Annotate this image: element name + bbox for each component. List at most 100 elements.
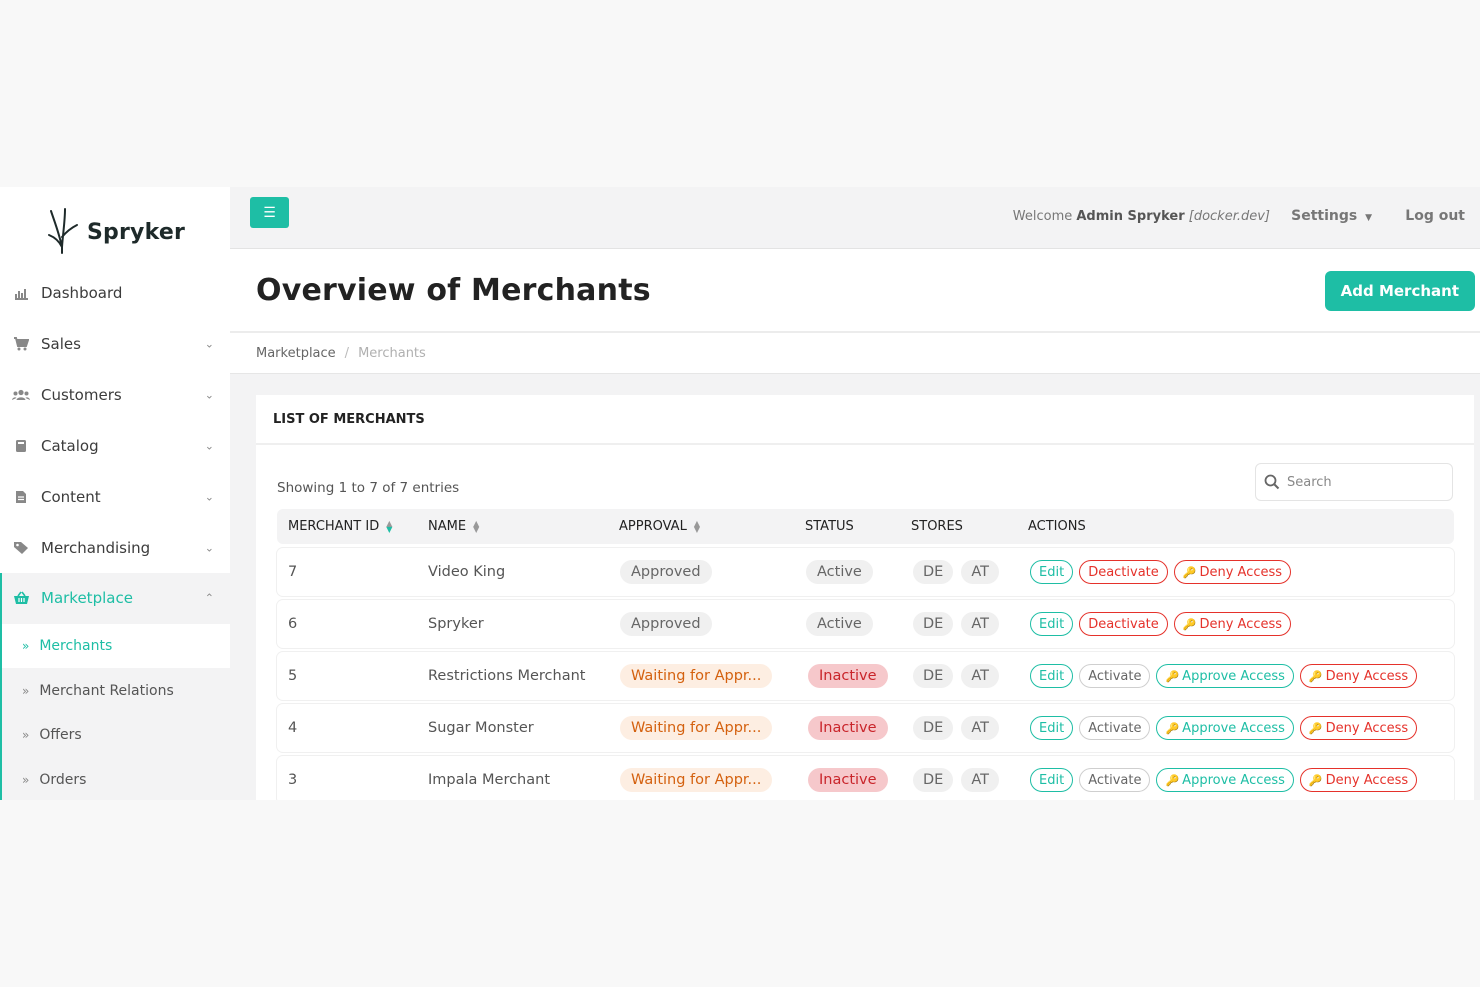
- add-merchant-button[interactable]: Add Merchant: [1324, 271, 1475, 311]
- card-title: LIST OF MERCHANTS: [256, 395, 1474, 445]
- activate-button[interactable]: Activate: [1079, 768, 1151, 792]
- edit-button[interactable]: Edit: [1030, 560, 1074, 584]
- merchants-card: LIST OF MERCHANTS Showing 1 to 7 of 7 en…: [256, 395, 1474, 800]
- approve-access-button[interactable]: 🔑 Approve Access: [1156, 664, 1294, 688]
- deny-access-button[interactable]: 🔑 Deny Access: [1173, 560, 1292, 584]
- double-chevron-right-icon: »: [22, 639, 30, 653]
- breadcrumb-marketplace[interactable]: Marketplace: [256, 346, 336, 361]
- status-badge: Inactive: [808, 664, 888, 688]
- sidebar-subitem-orders[interactable]: » Orders: [2, 758, 230, 800]
- edit-button[interactable]: Edit: [1030, 612, 1074, 636]
- table-header: MERCHANT ID ▲ ▼ NAME ▲ ▼ APPROVAL ▲ ▼ STATU…: [277, 509, 1454, 544]
- app-window: Spryker Dashboard Sales ⌄ Customers ⌄ Ca…: [0, 187, 1480, 800]
- sidebar-item-sales[interactable]: Sales ⌄: [0, 319, 230, 369]
- button-label: Approve Access: [1182, 668, 1285, 684]
- deny-access-button[interactable]: 🔑 Deny Access: [1173, 612, 1292, 636]
- sidebar-subitem-merchant-relations[interactable]: » Merchant Relations: [2, 669, 230, 713]
- sidebar-item-merchandising[interactable]: Merchandising ⌄: [0, 523, 230, 573]
- column-label: STORES: [911, 519, 963, 534]
- sidebar-item-customers[interactable]: Customers ⌄: [0, 370, 230, 420]
- welcome-text: Welcome Admin Spryker [docker.dev]: [1013, 209, 1270, 224]
- chevron-down-icon: ⌄: [204, 337, 214, 351]
- sidebar-subitem-offers[interactable]: » Offers: [2, 713, 230, 757]
- approval-badge: Approved: [620, 612, 712, 636]
- sidebar-subitem-label: Merchants: [39, 638, 113, 654]
- column-approval[interactable]: APPROVAL ▲ ▼: [619, 519, 700, 534]
- sort-icon: ▲ ▼: [473, 518, 480, 534]
- double-chevron-right-icon: »: [22, 728, 30, 742]
- menu-toggle-button[interactable]: ☰: [250, 197, 289, 228]
- key-icon: 🔑: [1308, 669, 1323, 683]
- store-badge: DE: [913, 612, 954, 636]
- column-merchant-id[interactable]: MERCHANT ID ▲ ▼: [288, 519, 392, 534]
- cart-icon: [12, 335, 30, 353]
- caret-down-icon: ▼: [1365, 213, 1372, 223]
- store-badge: AT: [961, 612, 999, 636]
- sidebar-item-label: Merchandising: [41, 539, 151, 557]
- chevron-down-icon: ⌄: [204, 541, 214, 555]
- deactivate-button[interactable]: Deactivate: [1079, 560, 1168, 584]
- activate-button[interactable]: Activate: [1079, 716, 1151, 740]
- search-input[interactable]: Search: [1255, 463, 1453, 501]
- hamburger-icon: ☰: [263, 204, 276, 221]
- search-placeholder: Search: [1287, 474, 1332, 490]
- column-label: MERCHANT ID: [288, 519, 380, 534]
- double-chevron-right-icon: »: [22, 684, 30, 698]
- status-badge: Active: [806, 612, 873, 636]
- logo[interactable]: Spryker: [0, 187, 230, 277]
- approve-access-button[interactable]: 🔑 Approve Access: [1156, 716, 1294, 740]
- users-icon: [12, 386, 30, 404]
- table-row: 3 Impala Merchant Waiting for Appr... In…: [277, 756, 1454, 800]
- basket-icon: [12, 589, 30, 607]
- store-badge: AT: [961, 664, 999, 688]
- settings-dropdown[interactable]: Settings ▼: [1291, 208, 1372, 224]
- sidebar-subitem-label: Orders: [39, 772, 87, 788]
- deny-access-button[interactable]: 🔑 Deny Access: [1299, 768, 1418, 792]
- store-badge: DE: [913, 768, 954, 792]
- button-label: Deny Access: [1325, 720, 1409, 736]
- marketplace-submenu: » Merchants » Merchant Relations » Offer…: [0, 622, 230, 800]
- merchants-table: MERCHANT ID ▲ ▼ NAME ▲ ▼ APPROVAL ▲ ▼ STATU…: [277, 509, 1454, 800]
- button-label: Deny Access: [1199, 616, 1283, 632]
- column-name[interactable]: NAME ▲ ▼: [428, 519, 479, 534]
- column-label: APPROVAL: [619, 519, 687, 534]
- double-chevron-right-icon: »: [22, 773, 30, 787]
- breadcrumb-separator: /: [344, 345, 350, 361]
- sidebar-item-dashboard[interactable]: Dashboard: [0, 268, 230, 318]
- sidebar-item-label: Content: [41, 488, 101, 506]
- edit-button[interactable]: Edit: [1030, 716, 1074, 740]
- deny-access-button[interactable]: 🔑 Deny Access: [1299, 664, 1418, 688]
- sidebar-item-content[interactable]: Content ⌄: [0, 472, 230, 522]
- column-label: NAME: [428, 519, 467, 534]
- sort-icon: ▲ ▼: [693, 518, 700, 534]
- store-badge: AT: [961, 560, 999, 584]
- search-icon: [1264, 474, 1280, 490]
- approval-badge: Waiting for Appr...: [620, 768, 773, 792]
- merchant-name: Impala Merchant: [428, 772, 551, 788]
- approval-badge: Waiting for Appr...: [620, 664, 773, 688]
- book-icon: [12, 437, 30, 455]
- page-title: Overview of Merchants: [256, 273, 651, 308]
- table-row: 5 Restrictions Merchant Waiting for Appr…: [277, 652, 1454, 700]
- spryker-logo-icon: [48, 208, 78, 254]
- edit-button[interactable]: Edit: [1030, 768, 1074, 792]
- sidebar-item-catalog[interactable]: Catalog ⌄: [0, 421, 230, 471]
- sidebar-item-label: Customers: [41, 386, 122, 404]
- sidebar-subitem-merchants[interactable]: » Merchants: [2, 624, 230, 668]
- edit-button[interactable]: Edit: [1030, 664, 1074, 688]
- deactivate-button[interactable]: Deactivate: [1079, 612, 1168, 636]
- store-badge: DE: [913, 560, 954, 584]
- button-label: Deny Access: [1199, 564, 1283, 580]
- merchant-id: 4: [288, 720, 298, 736]
- approve-access-button[interactable]: 🔑 Approve Access: [1156, 768, 1294, 792]
- button-label: Approve Access: [1182, 772, 1285, 788]
- merchant-id: 5: [288, 668, 298, 684]
- deny-access-button[interactable]: 🔑 Deny Access: [1299, 716, 1418, 740]
- status-badge: Inactive: [808, 716, 888, 740]
- logout-link[interactable]: Log out: [1405, 208, 1465, 224]
- merchant-name: Spryker: [428, 616, 484, 632]
- sidebar-item-marketplace[interactable]: Marketplace ⌃: [0, 573, 230, 623]
- column-stores: STORES: [911, 519, 963, 534]
- activate-button[interactable]: Activate: [1079, 664, 1151, 688]
- tag-icon: [12, 539, 30, 557]
